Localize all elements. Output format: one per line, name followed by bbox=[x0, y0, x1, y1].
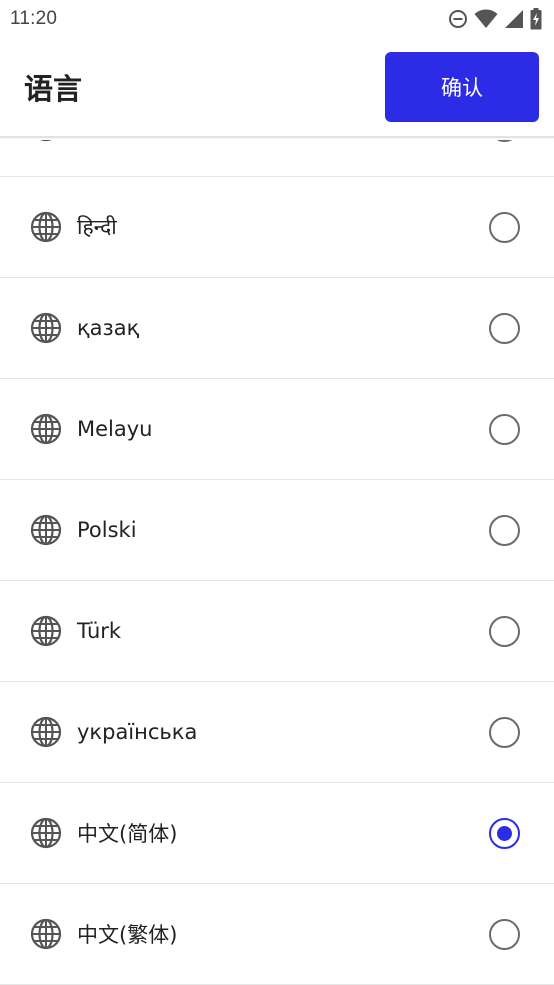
language-label: Melayu bbox=[77, 417, 153, 441]
language-label: Polski bbox=[77, 518, 137, 542]
confirm-button[interactable]: 确认 bbox=[385, 52, 539, 122]
language-list[interactable]: हिन्दी қазақ Melayu Polski Türk українсь… bbox=[0, 140, 554, 985]
globe-icon bbox=[30, 413, 62, 445]
globe-icon bbox=[30, 615, 62, 647]
do-not-disturb-icon bbox=[448, 9, 468, 29]
language-radio[interactable] bbox=[489, 514, 520, 546]
language-label: қазақ bbox=[77, 316, 140, 340]
language-item[interactable]: 中文(简体) bbox=[0, 783, 554, 884]
status-icons bbox=[448, 8, 542, 30]
globe-icon bbox=[30, 817, 62, 849]
globe-icon bbox=[30, 312, 62, 344]
language-radio[interactable] bbox=[489, 716, 520, 748]
cell-signal-icon bbox=[504, 9, 524, 29]
language-item[interactable]: 中文(繁体) bbox=[0, 884, 554, 985]
language-list-content: हिन्दी қазақ Melayu Polski Türk українсь… bbox=[0, 140, 554, 985]
language-item[interactable]: Polski bbox=[0, 480, 554, 581]
globe-icon bbox=[30, 211, 62, 243]
language-item[interactable]: Türk bbox=[0, 581, 554, 682]
language-label: 中文(繁体) bbox=[77, 923, 178, 947]
page-title: 语言 bbox=[24, 72, 83, 106]
language-item[interactable]: українська bbox=[0, 682, 554, 783]
language-radio[interactable] bbox=[489, 918, 520, 950]
app-bar: 语言 确认 bbox=[0, 38, 554, 138]
language-label: हिन्दी bbox=[77, 215, 117, 239]
language-radio[interactable] bbox=[489, 312, 520, 344]
language-item[interactable]: Melayu bbox=[0, 379, 554, 480]
language-radio[interactable] bbox=[489, 211, 520, 243]
language-label: українська bbox=[77, 720, 198, 744]
status-bar: 11:20 bbox=[0, 0, 554, 38]
language-label: Türk bbox=[77, 619, 122, 643]
language-radio[interactable] bbox=[489, 413, 520, 445]
language-item[interactable]: हिन्दी bbox=[0, 177, 554, 278]
wifi-icon bbox=[474, 9, 498, 29]
globe-icon bbox=[30, 918, 62, 950]
radio-selected-dot bbox=[497, 825, 512, 841]
language-label: 中文(简体) bbox=[77, 822, 178, 846]
battery-charging-icon bbox=[530, 8, 542, 30]
language-item[interactable]: қазақ bbox=[0, 278, 554, 379]
language-radio[interactable] bbox=[489, 140, 520, 142]
status-time: 11:20 bbox=[10, 8, 58, 29]
language-radio[interactable] bbox=[489, 615, 520, 647]
globe-icon bbox=[30, 514, 62, 546]
language-item[interactable] bbox=[0, 140, 554, 177]
language-radio-selected[interactable] bbox=[489, 817, 520, 849]
globe-icon bbox=[30, 716, 62, 748]
globe-icon bbox=[30, 140, 62, 142]
